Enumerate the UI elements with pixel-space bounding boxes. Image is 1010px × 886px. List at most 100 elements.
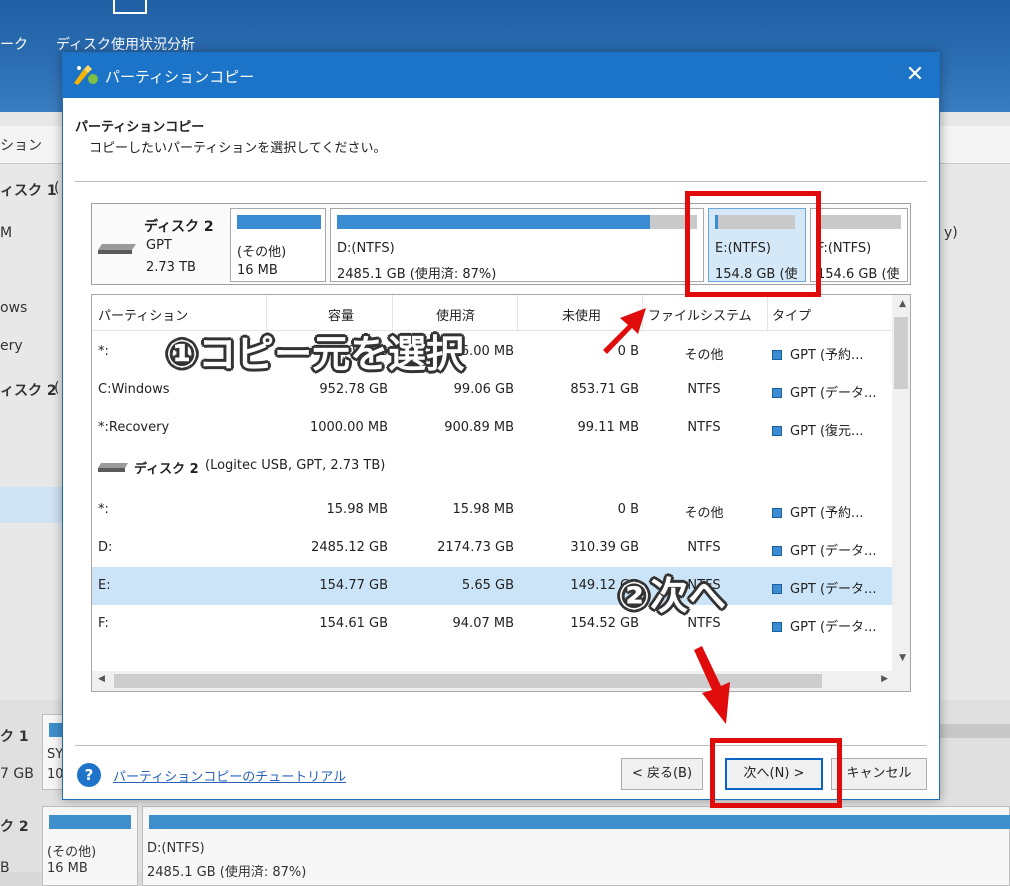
scroll-down-icon[interactable]: ▼ [899, 653, 906, 663]
cell-partition: F: [98, 616, 109, 631]
disk-drive-icon [98, 244, 136, 254]
column-divider[interactable] [767, 295, 768, 331]
cell-partition: D: [98, 540, 113, 555]
bg-row-disk1-suffix: ( [54, 180, 60, 196]
cell-partition: *: [98, 502, 109, 517]
table-row[interactable]: *: 15.98 MB 15.98 MB 0 B その他 GPT (予約... [92, 491, 892, 529]
bg-disk1-sys: SY [47, 747, 64, 762]
annotation-highlight-next [710, 738, 842, 808]
cell-unused: 310.39 GB [570, 540, 639, 555]
cell-type: GPT (復元... [772, 420, 890, 439]
bg-row-disk2[interactable]: ィスク 2 [0, 380, 57, 400]
bg-selected-row[interactable] [0, 487, 64, 523]
tutorial-link[interactable]: パーティションコピーのチュートリアル [113, 766, 346, 785]
dialog-titlebar[interactable]: パーティションコピー ✕ [63, 53, 939, 98]
cell-used: 900.89 MB [444, 420, 514, 435]
scroll-right-icon[interactable]: ▶ [881, 674, 888, 684]
bg-row-windows[interactable]: ows [0, 300, 27, 316]
partition-label: F:(NTFS) [817, 241, 872, 256]
cell-partition: *:Recovery [98, 420, 170, 435]
cell-fs: NTFS [687, 540, 721, 555]
bg-disk2-d-line1: D:(NTFS) [147, 841, 205, 856]
bg-disk2-d-bar [149, 815, 1010, 829]
disk-group-name: ディスク 2 [134, 462, 199, 477]
bg-disk1-size: 7 GB [0, 766, 34, 782]
scroll-left-icon[interactable]: ◀ [98, 674, 105, 684]
partition-type-icon [772, 584, 782, 594]
bg-row-recovery[interactable]: ery [0, 338, 23, 354]
usage-fill [237, 215, 321, 229]
table-row[interactable]: F: 154.61 GB 94.07 MB 154.52 GB NTFS GPT (データ… [92, 605, 892, 643]
bg-row-disk1[interactable]: ィスク 1 [0, 180, 57, 200]
dialog-subtitle: コピーしたいパーティションを選択してください。 [89, 141, 387, 156]
disk-group-header[interactable]: ディスク 2 (Logitec USB, GPT, 2.73 TB) [92, 447, 892, 485]
horizontal-scrollbar[interactable]: ◀ ▶ [92, 671, 910, 691]
scroll-thumb[interactable] [894, 317, 908, 389]
table-row[interactable]: *:Recovery 1000.00 MB 900.89 MB 99.11 MB NTF… [92, 409, 892, 447]
table-row[interactable]: E: 154.77 GB 5.65 GB 149.12 GB NTFS GPT (データ.… [92, 567, 892, 605]
cell-capacity: 15.98 MB [326, 502, 388, 517]
partition-block-other[interactable]: (その他) 16 MB [230, 208, 326, 282]
bg-disk2-size: B [0, 860, 10, 876]
bg-disk1-bar-right [940, 724, 1010, 738]
partition-copy-dialog: パーティションコピー ✕ パーティションコピー コピーしたいパーティションを選択… [62, 52, 940, 800]
column-divider[interactable] [642, 295, 643, 331]
bg-disk1-label: ク 1 [0, 729, 29, 745]
bg-disk2-label: ク 2 [0, 819, 29, 835]
bg-disk2-partition-d[interactable]: D:(NTFS) 2485.1 GB (使用済: 87%) [142, 806, 1010, 886]
cell-type-text: GPT (データ... [790, 582, 877, 597]
col-partition[interactable]: パーティション [98, 305, 188, 324]
disk-group-detail: (Logitec USB, GPT, 2.73 TB) [205, 458, 386, 473]
cell-partition: E: [98, 578, 111, 593]
bg-disk2-partition-other[interactable]: (その他) 16 MB [42, 806, 138, 886]
cell-type-text: GPT (データ... [790, 386, 877, 401]
bg-row-disk2-suffix: ( [54, 380, 60, 396]
scroll-thumb[interactable] [114, 674, 822, 688]
wizard-icon [74, 65, 98, 85]
cell-capacity: 952.78 GB [319, 382, 388, 397]
cancel-button[interactable]: キャンセル [831, 758, 927, 790]
partition-size: 16 MB [237, 263, 278, 278]
partition-type-icon [772, 622, 782, 632]
col-filesystem[interactable]: ファイルシステム [648, 305, 752, 324]
usage-bar [337, 215, 697, 229]
bg-disk2-d-line2: 2485.1 GB (使用済: 87%) [147, 865, 307, 880]
dialog-title: パーティションコピー [105, 68, 255, 86]
bg-disk2-other-bar [49, 815, 131, 829]
cell-type-text: GPT (予約... [790, 506, 864, 521]
disk-size: 2.73 TB [146, 260, 196, 275]
partition-type-icon [772, 426, 782, 436]
vertical-scrollbar[interactable]: ▲ ▼ [892, 295, 910, 673]
partition-block-f[interactable]: F:(NTFS) 154.6 GB (使 [810, 208, 908, 282]
cell-type-text: GPT (データ... [790, 544, 877, 559]
column-divider[interactable] [517, 295, 518, 331]
toolbar-item-partial[interactable]: ーク [0, 34, 28, 54]
cell-used: 5.65 GB [461, 578, 514, 593]
cell-type: GPT (予約... [772, 344, 890, 363]
cell-used: 99.06 GB [453, 382, 514, 397]
bg-right-partial: y) [944, 225, 958, 241]
help-icon[interactable]: ? [77, 763, 101, 787]
back-button[interactable]: < 戻る(B) [621, 758, 703, 790]
bg-row-m[interactable]: M [0, 225, 12, 241]
divider [75, 181, 927, 182]
scroll-up-icon[interactable]: ▲ [899, 299, 906, 309]
col-used[interactable]: 使用済 [436, 305, 475, 324]
partition-block-d[interactable]: D:(NTFS) 2485.1 GB (使用済: 87%) [330, 208, 704, 282]
col-type[interactable]: タイプ [772, 305, 811, 324]
cell-type: GPT (データ... [772, 382, 890, 401]
table-row[interactable]: D: 2485.12 GB 2174.73 GB 310.39 GB NTFS GPT (… [92, 529, 892, 567]
col-unused[interactable]: 未使用 [562, 305, 601, 324]
cell-type-text: GPT (データ... [790, 620, 877, 635]
cell-used: 2174.73 GB [437, 540, 514, 555]
toolbar-item-disk-usage[interactable]: ディスク使用状況分析 [56, 34, 195, 54]
close-icon[interactable]: ✕ [901, 61, 929, 89]
cell-unused: 99.11 MB [577, 420, 639, 435]
cell-fs: その他 [684, 506, 724, 521]
cell-type: GPT (データ... [772, 616, 890, 635]
cell-capacity: 2485.12 GB [311, 540, 388, 555]
disk-name: ディスク 2 [144, 219, 214, 235]
cell-unused: 0 B [617, 502, 639, 517]
usage-bar [817, 215, 901, 229]
col-capacity[interactable]: 容量 [328, 305, 354, 324]
